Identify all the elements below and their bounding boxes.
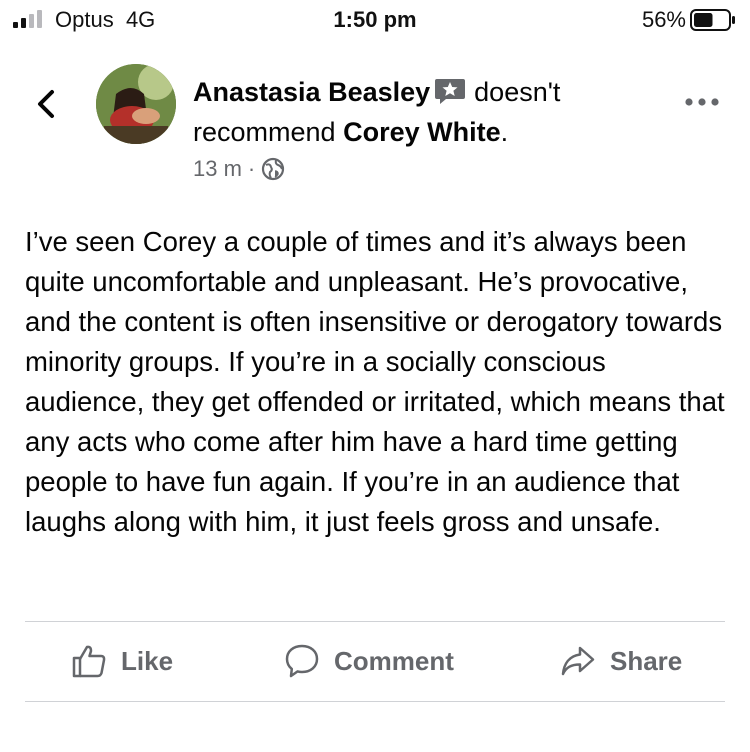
author-avatar[interactable] xyxy=(96,64,176,144)
share-label: Share xyxy=(610,645,683,676)
comment-button[interactable]: Comment xyxy=(284,622,454,700)
clock: 1:50 pm xyxy=(333,7,417,32)
author-name[interactable]: Anastasia Beasley xyxy=(193,77,430,107)
recommendation-badge-icon xyxy=(435,79,466,104)
back-button[interactable] xyxy=(30,84,62,124)
meta-separator: · xyxy=(247,156,256,181)
recommendation-verb-2: recommend xyxy=(193,117,336,147)
post-actions-bar: Like Comment Share xyxy=(25,622,725,700)
actions-divider-bottom xyxy=(25,701,725,702)
post-header: Anastasia Beasley doesn't recommend Core… xyxy=(193,72,663,152)
post-timestamp[interactable]: 13 m xyxy=(193,156,242,182)
recommendation-verb: doesn't xyxy=(474,77,561,107)
thumbs-up-icon xyxy=(72,645,106,678)
status-bar: Optus 4G 1:50 pm 56% xyxy=(0,0,750,40)
post-meta: 13 m · xyxy=(193,156,285,182)
more-options-button[interactable] xyxy=(684,92,720,112)
share-button[interactable]: Share xyxy=(560,622,682,700)
comment-label: Comment xyxy=(334,645,454,676)
globe-icon xyxy=(262,157,285,181)
comment-bubble-icon xyxy=(285,644,319,678)
share-arrow-icon xyxy=(561,646,595,676)
post-body-text: I’ve seen Corey a couple of times and it… xyxy=(25,226,725,537)
header-punctuation: . xyxy=(500,117,509,147)
recommended-page-name[interactable]: Corey White xyxy=(343,117,501,147)
like-button[interactable]: Like xyxy=(71,622,173,700)
battery-icon xyxy=(690,9,735,31)
battery-percent: 56% xyxy=(641,7,686,32)
avatar-photo xyxy=(96,64,176,144)
like-label: Like xyxy=(121,645,174,676)
